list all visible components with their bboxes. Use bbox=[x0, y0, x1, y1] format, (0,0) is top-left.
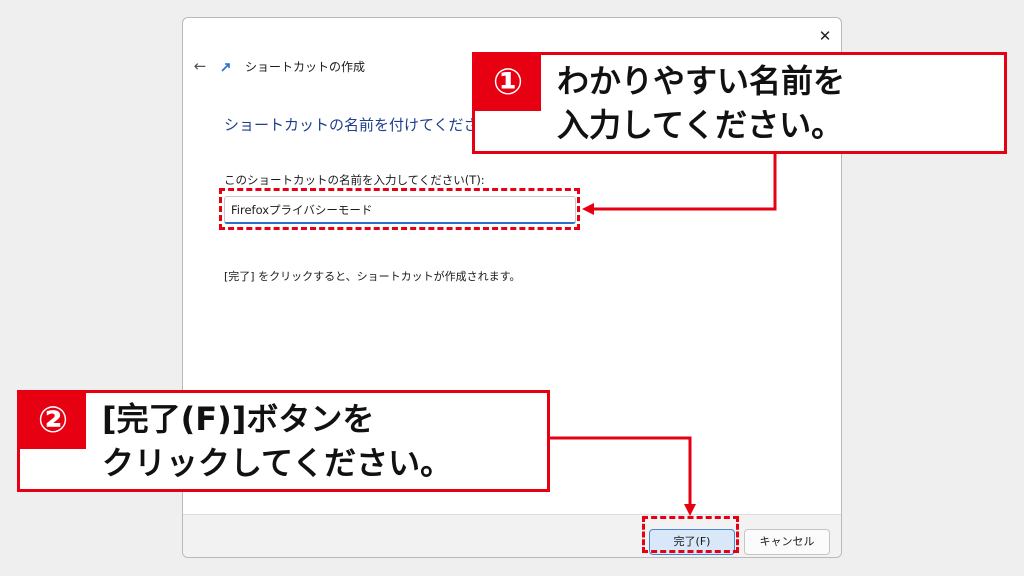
finish-button[interactable]: 完了(F) bbox=[649, 529, 735, 555]
step2-callout: ② [完了(F)]ボタンを クリックしてください。 bbox=[17, 390, 550, 492]
shortcut-name-input[interactable] bbox=[224, 196, 576, 224]
finish-hint-text: [完了] をクリックすると、ショートカットが作成されます。 bbox=[224, 270, 521, 283]
step1-line2: 入力してください。 bbox=[557, 106, 844, 144]
step2-line1: [完了(F)]ボタンを bbox=[102, 400, 375, 438]
shortcut-arrow-icon bbox=[221, 63, 230, 72]
step1-badge: ① bbox=[475, 55, 541, 111]
dialog-footer: 完了(F) キャンセル bbox=[183, 514, 841, 557]
page-heading: ショートカットの名前を付けてください。 bbox=[224, 116, 509, 134]
step1-line1: わかりやすい名前を bbox=[557, 62, 846, 100]
step1-callout: ① わかりやすい名前を 入力してください。 bbox=[472, 52, 1007, 154]
step2-line2: クリックしてください。 bbox=[102, 444, 453, 482]
cancel-button[interactable]: キャンセル bbox=[744, 529, 830, 555]
back-arrow-icon[interactable]: ← bbox=[189, 56, 211, 76]
step2-text: [完了(F)]ボタンを クリックしてください。 bbox=[102, 397, 452, 485]
wizard-title: ショートカットの作成 bbox=[245, 60, 366, 74]
step1-text: わかりやすい名前を 入力してください。 bbox=[557, 59, 845, 147]
step2-badge: ② bbox=[20, 393, 86, 449]
close-icon[interactable]: ✕ bbox=[811, 24, 839, 48]
name-field-label: このショートカットの名前を入力してください(T): bbox=[224, 173, 485, 187]
